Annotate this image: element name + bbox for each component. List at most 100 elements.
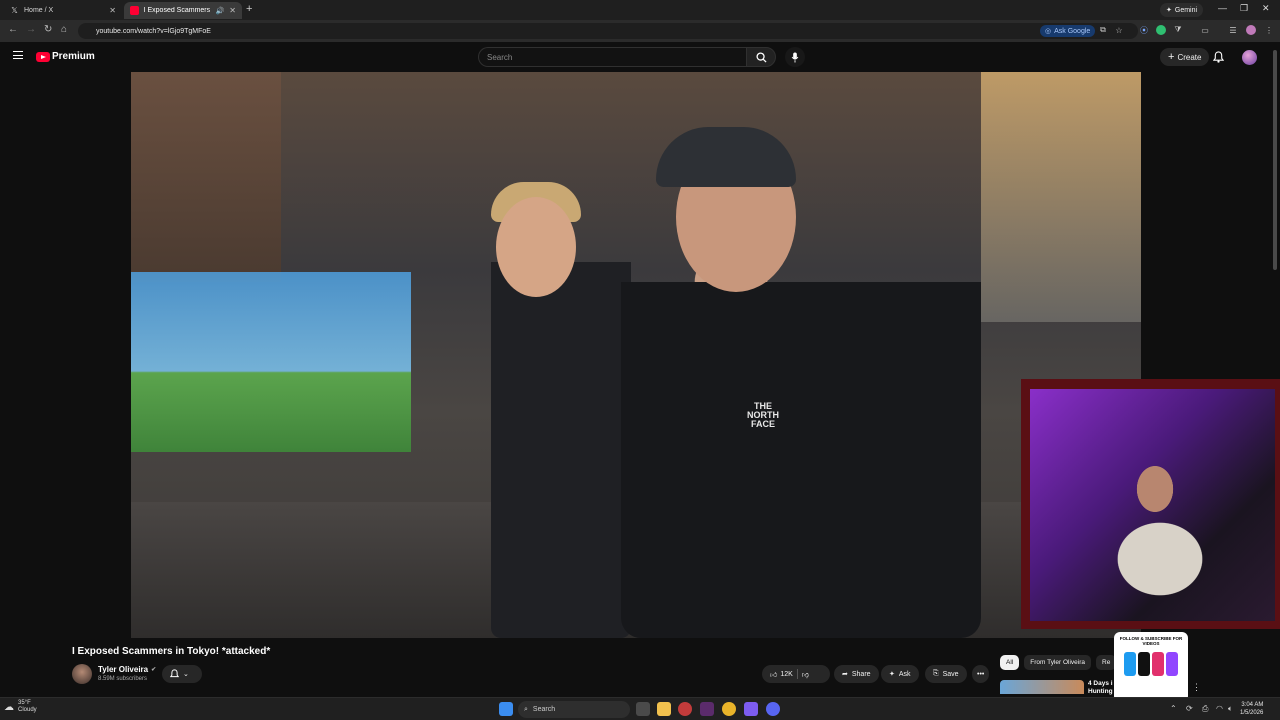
tab-label: Home / X: [24, 7, 54, 14]
create-button[interactable]: + Create: [1160, 48, 1210, 66]
lens-icon: ◎: [1045, 28, 1052, 35]
chip-from-channel[interactable]: From Tyler Oliveira: [1024, 655, 1092, 670]
chrome-icon[interactable]: [722, 702, 736, 716]
install-icon[interactable]: ⧉: [1098, 25, 1108, 35]
browser-toolbar: ← → ↻ ⌂ youtube.com/watch?v=lGjo9TgMFoE …: [0, 20, 1280, 42]
chip-all[interactable]: All: [1000, 655, 1020, 670]
recommended-video-title[interactable]: 4 Days i Hunting: [1088, 680, 1114, 696]
subscribed-notifications-button[interactable]: ⌄: [162, 665, 202, 683]
new-tab-button[interactable]: +: [246, 3, 252, 15]
url-text: youtube.com/watch?v=lGjo9TgMFoE: [96, 27, 211, 35]
social-icons: [1118, 652, 1184, 676]
page-scrollbar[interactable]: [1273, 50, 1277, 270]
app-grid-icon[interactable]: [744, 702, 758, 716]
channel-name-text: Tyler Oliveira: [98, 665, 149, 674]
cloud-icon: ☁: [4, 701, 14, 713]
taskbar-search-label: Search: [532, 706, 556, 713]
tab-youtube-video[interactable]: I Exposed Scammers in Tok 🔊 ✕: [124, 2, 242, 19]
sparkle-icon: ✦: [1166, 7, 1172, 14]
obs-icon[interactable]: [700, 702, 714, 716]
task-view-icon[interactable]: [636, 702, 650, 716]
chevron-up-icon[interactable]: ⌃: [1170, 704, 1177, 713]
close-tab-icon[interactable]: ✕: [229, 6, 236, 15]
maximize-button[interactable]: ❐: [1240, 3, 1248, 14]
microphone-icon: [791, 51, 799, 63]
like-button[interactable]: 👍︎ 12K: [770, 670, 793, 679]
hamburger-menu-icon[interactable]: [13, 51, 23, 59]
discord-icon[interactable]: [766, 702, 780, 716]
close-tab-icon[interactable]: ✕: [109, 6, 116, 15]
ask-label: Ask: [898, 670, 911, 678]
back-icon[interactable]: ←: [8, 24, 18, 35]
plus-icon: +: [1168, 51, 1175, 63]
related-chips: All From Tyler Oliveira Re: [1000, 655, 1117, 670]
voice-search-button[interactable]: [785, 47, 805, 67]
weather-widget[interactable]: ☁ 35°F Cloudy: [4, 700, 37, 714]
home-icon[interactable]: ⌂: [61, 24, 67, 35]
channel-avatar[interactable]: [72, 664, 92, 684]
gemini-button[interactable]: ✦ Gemini: [1160, 3, 1204, 17]
bookmark-star-icon[interactable]: ☆: [1114, 25, 1124, 35]
verified-icon: ✔: [151, 667, 157, 673]
profile-avatar[interactable]: [1246, 25, 1256, 35]
tab-home-x[interactable]: 𝕏 Home / X ✕: [4, 2, 122, 19]
notifications-bell-icon[interactable]: [1213, 51, 1224, 63]
wifi-icon[interactable]: ◠: [1216, 704, 1223, 713]
file-explorer-icon[interactable]: [657, 702, 671, 716]
taskbar-search[interactable]: ⌕ Search: [518, 701, 630, 718]
windows-taskbar: ☁ 35°F Cloudy ⌕ Search ⌃ ⟳ ⎙ ◠ 🔈︎ 3:04 A…: [0, 697, 1280, 720]
search-placeholder: Search: [487, 52, 513, 62]
tray-icon[interactable]: ⎙: [1202, 704, 1208, 714]
forward-icon[interactable]: →: [26, 24, 36, 35]
jacket-logo-text: THE NORTH FACE: [747, 401, 779, 429]
twitter-icon: [1124, 652, 1136, 676]
video-player[interactable]: THE NORTH FACE: [131, 72, 1141, 638]
bell-icon: [170, 669, 179, 678]
save-button[interactable]: ⎘ Save: [925, 665, 967, 683]
ask-google-button[interactable]: ◎ Ask Google: [1040, 25, 1096, 37]
speaker-icon[interactable]: 🔊: [216, 7, 225, 15]
recommended-video-thumbnail[interactable]: [1000, 680, 1084, 694]
like-dislike-group: 👍︎ 12K 👎︎: [762, 665, 830, 683]
more-actions-button[interactable]: •••: [972, 665, 990, 683]
app-icon[interactable]: [678, 702, 692, 716]
weather-desc: Cloudy: [18, 707, 37, 713]
extension-icon[interactable]: [1156, 25, 1166, 35]
dislike-button[interactable]: 👎︎: [802, 670, 809, 679]
account-avatar[interactable]: [1242, 50, 1257, 65]
video-title: I Exposed Scammers in Tokyo! *attacked*: [72, 646, 271, 657]
start-windows-icon[interactable]: [499, 702, 513, 716]
youtube-premium-logo[interactable]: Premium: [52, 51, 95, 62]
side-panel-icon[interactable]: ▭: [1200, 25, 1210, 35]
channel-name[interactable]: Tyler Oliveira ✔: [98, 665, 156, 674]
chevron-down-icon: ⌄: [183, 671, 189, 678]
volume-icon[interactable]: 🔈︎: [1228, 704, 1233, 714]
tray-icon[interactable]: ⟳: [1186, 704, 1193, 713]
youtube-logo-icon[interactable]: [36, 52, 50, 62]
subscriber-count: 8.59M subscribers: [98, 676, 148, 682]
twitch-icon: [1166, 652, 1178, 676]
scene-mural: [131, 272, 411, 452]
bookmark-icon: ⎘: [933, 670, 939, 677]
kebab-menu-icon[interactable]: ⋮: [1264, 25, 1274, 35]
scene-building: [981, 72, 1141, 322]
scene-person-right: [621, 132, 981, 638]
follow-overlay-text: FOLLOW & SUBSCRIBE FOR VIDEOS: [1119, 636, 1183, 646]
extensions-puzzle-icon[interactable]: ⧩: [1173, 25, 1183, 35]
close-window-button[interactable]: ✕: [1262, 3, 1270, 14]
address-bar[interactable]: youtube.com/watch?v=lGjo9TgMFoE: [78, 23, 1138, 39]
extension-icon[interactable]: ⦿: [1139, 25, 1149, 35]
minimize-button[interactable]: —: [1218, 3, 1227, 13]
share-button[interactable]: ➦ Share: [834, 665, 879, 683]
taskbar-clock[interactable]: 3:04 AM 1/5/2026: [1240, 701, 1263, 717]
tab-label: I Exposed Scammers in Tok: [143, 7, 211, 14]
ask-google-label: Ask Google: [1054, 27, 1091, 35]
sparkle-icon: ✦: [889, 671, 895, 678]
menu-icon[interactable]: ☰: [1228, 25, 1238, 35]
search-input[interactable]: Search: [478, 47, 746, 67]
ask-button[interactable]: ✦ Ask: [881, 665, 919, 683]
more-vertical-icon[interactable]: ⋮: [1192, 682, 1201, 693]
search-button[interactable]: [746, 47, 776, 67]
reload-icon[interactable]: ↻: [44, 24, 52, 35]
scene-face-left: [496, 197, 576, 297]
